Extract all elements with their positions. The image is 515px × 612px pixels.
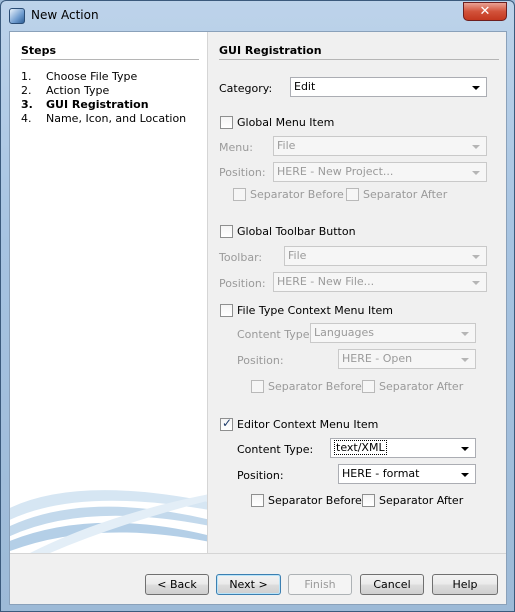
file-type-separator-before-checkbox[interactable] xyxy=(251,380,264,393)
close-button[interactable]: ✕ xyxy=(463,2,507,21)
step-number: 3. xyxy=(21,98,33,111)
step-label: Action Type xyxy=(46,84,110,97)
menu-separator-after-checkbox[interactable] xyxy=(346,188,359,201)
steps-panel: Steps 1. Choose File Type 2. Action Type… xyxy=(10,32,208,553)
step-number: 1. xyxy=(21,70,32,83)
editor-content-type-combo[interactable]: text/XML xyxy=(330,438,476,458)
title-bar[interactable]: New Action ✕ xyxy=(1,1,514,31)
editor-separator-after-checkbox[interactable] xyxy=(362,494,375,507)
menu-position-value: HERE - New Project... xyxy=(277,165,394,178)
chevron-down-icon[interactable] xyxy=(472,145,480,149)
menu-position-label: Position: xyxy=(219,166,266,179)
chevron-down-icon[interactable] xyxy=(472,86,480,90)
file-type-separator-after-checkbox[interactable] xyxy=(362,380,375,393)
file-type-position-combo[interactable]: HERE - Open xyxy=(338,349,476,369)
panel-title: GUI Registration xyxy=(219,44,322,57)
netbeans-cube-icon xyxy=(9,8,25,24)
cancel-button[interactable]: Cancel xyxy=(360,574,424,595)
category-combo[interactable]: Edit xyxy=(290,77,487,97)
editor-separator-before-checkbox[interactable] xyxy=(251,494,264,507)
file-type-content-type-label: Content Type: xyxy=(237,328,314,341)
step-number: 2. xyxy=(21,84,32,97)
menu-combo[interactable]: File xyxy=(273,136,487,156)
file-type-separator-after-label: Separator After xyxy=(379,380,464,393)
toolbar-position-label: Position: xyxy=(219,277,266,290)
steps-divider xyxy=(21,59,199,60)
step-item: 4. Name, Icon, and Location xyxy=(21,112,206,126)
chevron-down-icon[interactable] xyxy=(461,473,469,477)
file-type-context-menu-checkbox[interactable] xyxy=(220,304,233,317)
panel-divider xyxy=(219,59,499,60)
editor-content-type-label: Content Type: xyxy=(237,443,314,456)
chevron-down-icon[interactable] xyxy=(461,332,469,336)
editor-content-type-value: text/XML xyxy=(334,440,387,455)
help-button[interactable]: Help xyxy=(432,574,498,595)
global-menu-item-label: Global Menu Item xyxy=(237,116,335,129)
step-item: 1. Choose File Type xyxy=(21,70,206,84)
file-type-position-value: HERE - Open xyxy=(342,352,413,365)
step-item-current: 3. GUI Registration xyxy=(21,98,206,112)
editor-position-label: Position: xyxy=(237,469,284,482)
finish-button[interactable]: Finish xyxy=(288,574,352,595)
step-label: Choose File Type xyxy=(46,70,138,83)
gui-registration-panel: GUI Registration Category: Edit Global M… xyxy=(209,32,506,553)
step-item: 2. Action Type xyxy=(21,84,206,98)
global-menu-item-checkbox[interactable] xyxy=(220,116,233,129)
global-toolbar-button-checkbox[interactable] xyxy=(220,225,233,238)
dialog-window: New Action ✕ Steps 1. Choose File Type 2… xyxy=(0,0,515,612)
chevron-down-icon[interactable] xyxy=(461,447,469,451)
next-button[interactable]: Next > xyxy=(216,574,281,595)
menu-separator-after-label: Separator After xyxy=(363,188,448,201)
menu-separator-before-label: Separator Before xyxy=(250,188,344,201)
category-value: Edit xyxy=(294,80,316,93)
editor-separator-before-label: Separator Before xyxy=(268,494,362,507)
toolbar-label: Toolbar: xyxy=(219,251,263,264)
menu-value: File xyxy=(277,139,296,152)
chevron-down-icon[interactable] xyxy=(461,358,469,362)
category-label: Category: xyxy=(219,82,273,95)
file-type-separator-before-label: Separator Before xyxy=(268,380,362,393)
step-label: Name, Icon, and Location xyxy=(46,112,187,125)
editor-position-combo[interactable]: HERE - format xyxy=(338,464,476,484)
toolbar-position-combo[interactable]: HERE - New File... xyxy=(273,272,487,292)
toolbar-position-value: HERE - New File... xyxy=(277,275,375,288)
file-type-content-type-combo[interactable]: Languages xyxy=(310,323,476,343)
step-number: 4. xyxy=(21,112,32,125)
back-button[interactable]: < Back xyxy=(145,574,209,595)
dialog-client-area: Steps 1. Choose File Type 2. Action Type… xyxy=(9,31,507,605)
wizard-button-bar: < Back Next > Finish Cancel Help xyxy=(10,553,506,604)
file-type-context-menu-label: File Type Context Menu Item xyxy=(237,304,393,317)
chevron-down-icon[interactable] xyxy=(472,255,480,259)
file-type-content-type-value: Languages xyxy=(314,326,375,339)
editor-separator-after-label: Separator After xyxy=(379,494,464,507)
window-title: New Action xyxy=(31,8,99,22)
editor-context-menu-label: Editor Context Menu Item xyxy=(237,418,379,431)
toolbar-value: File xyxy=(288,249,307,262)
global-toolbar-button-label: Global Toolbar Button xyxy=(237,225,356,238)
chevron-down-icon[interactable] xyxy=(472,281,480,285)
menu-separator-before-checkbox[interactable] xyxy=(233,188,246,201)
file-type-position-label: Position: xyxy=(237,354,284,367)
step-label: GUI Registration xyxy=(46,98,149,111)
decorative-swoosh-image xyxy=(10,490,207,553)
steps-title: Steps xyxy=(21,44,57,57)
editor-context-menu-checkbox[interactable] xyxy=(220,416,233,431)
menu-position-combo[interactable]: HERE - New Project... xyxy=(273,162,487,182)
chevron-down-icon[interactable] xyxy=(472,171,480,175)
editor-position-value: HERE - format xyxy=(342,467,420,480)
menu-label: Menu: xyxy=(219,141,253,154)
toolbar-combo[interactable]: File xyxy=(284,246,487,266)
